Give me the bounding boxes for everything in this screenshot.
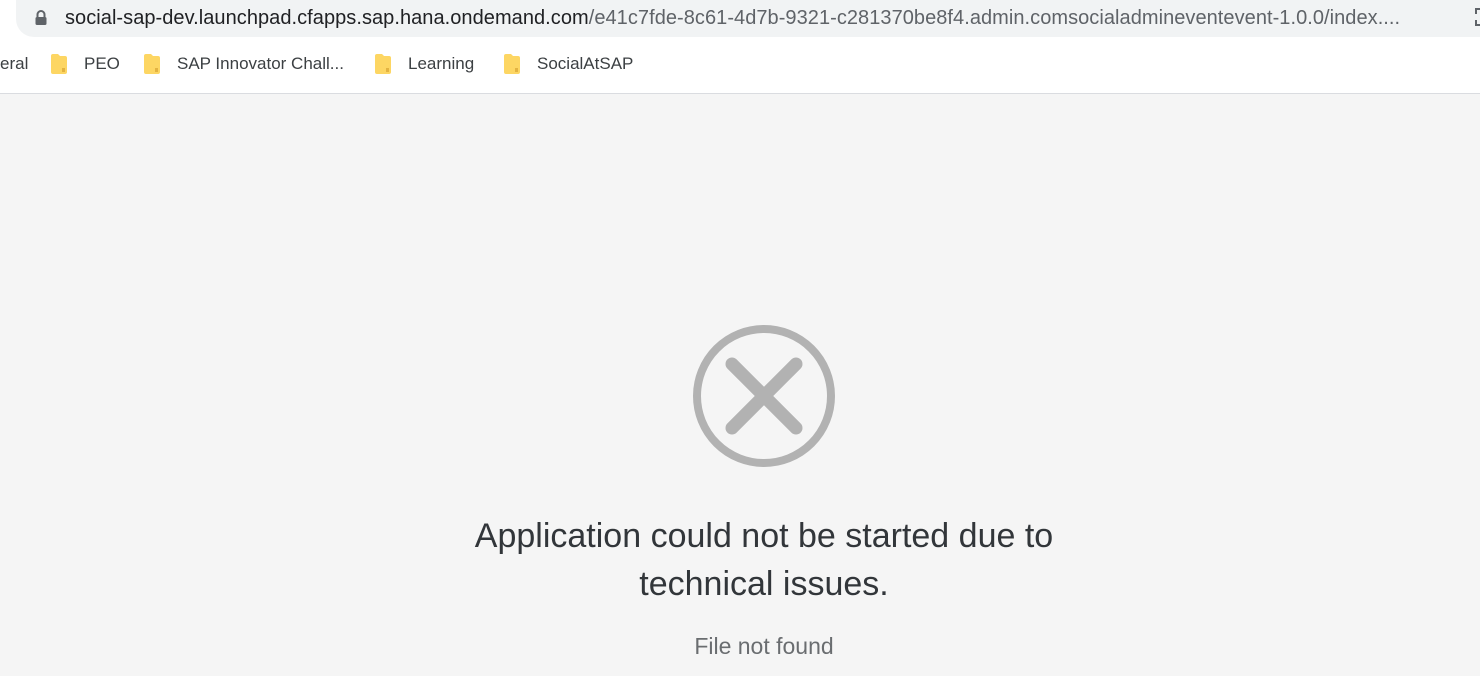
url-host: social-sap-dev.launchpad.cfapps.sap.hana… bbox=[65, 7, 589, 29]
folder-icon bbox=[51, 54, 67, 74]
bookmark-learning[interactable]: Learning bbox=[374, 52, 474, 76]
bookmark-label: Learning bbox=[408, 54, 475, 73]
folder-icon bbox=[375, 54, 391, 74]
lock-icon[interactable] bbox=[34, 10, 48, 26]
url-path: /e41c7fde-8c61-4d7b-9321-c281370be8f4.ad… bbox=[588, 7, 1401, 29]
bookmark-socialatsap[interactable]: SocialAtSAP bbox=[503, 52, 633, 76]
open-in-new-window-icon[interactable] bbox=[1472, 7, 1480, 27]
error-circle-x-icon bbox=[693, 325, 835, 467]
url-text[interactable]: social-sap-dev.launchpad.cfapps.sap.hana… bbox=[65, 6, 1400, 30]
bookmark-peo[interactable]: PEO bbox=[50, 52, 120, 76]
error-page: Application could not be started due to … bbox=[0, 94, 1480, 676]
bookmark-label: PEO bbox=[84, 54, 120, 73]
folder-icon bbox=[504, 54, 520, 74]
bookmark-label: SocialAtSAP bbox=[537, 54, 634, 73]
folder-icon bbox=[144, 54, 160, 74]
bookmark-partial[interactable]: eral bbox=[0, 52, 28, 76]
error-title: Application could not be started due to … bbox=[474, 517, 1054, 603]
browser-chrome: social-sap-dev.launchpad.cfapps.sap.hana… bbox=[0, 0, 1480, 94]
bookmarks-bar: eral PEO SAP Innovator Chall... Learning bbox=[0, 44, 1480, 84]
error-detail: File not found bbox=[694, 633, 834, 659]
bookmark-sap-innovator[interactable]: SAP Innovator Chall... bbox=[143, 52, 344, 76]
bookmark-label: SAP Innovator Chall... bbox=[177, 54, 344, 73]
